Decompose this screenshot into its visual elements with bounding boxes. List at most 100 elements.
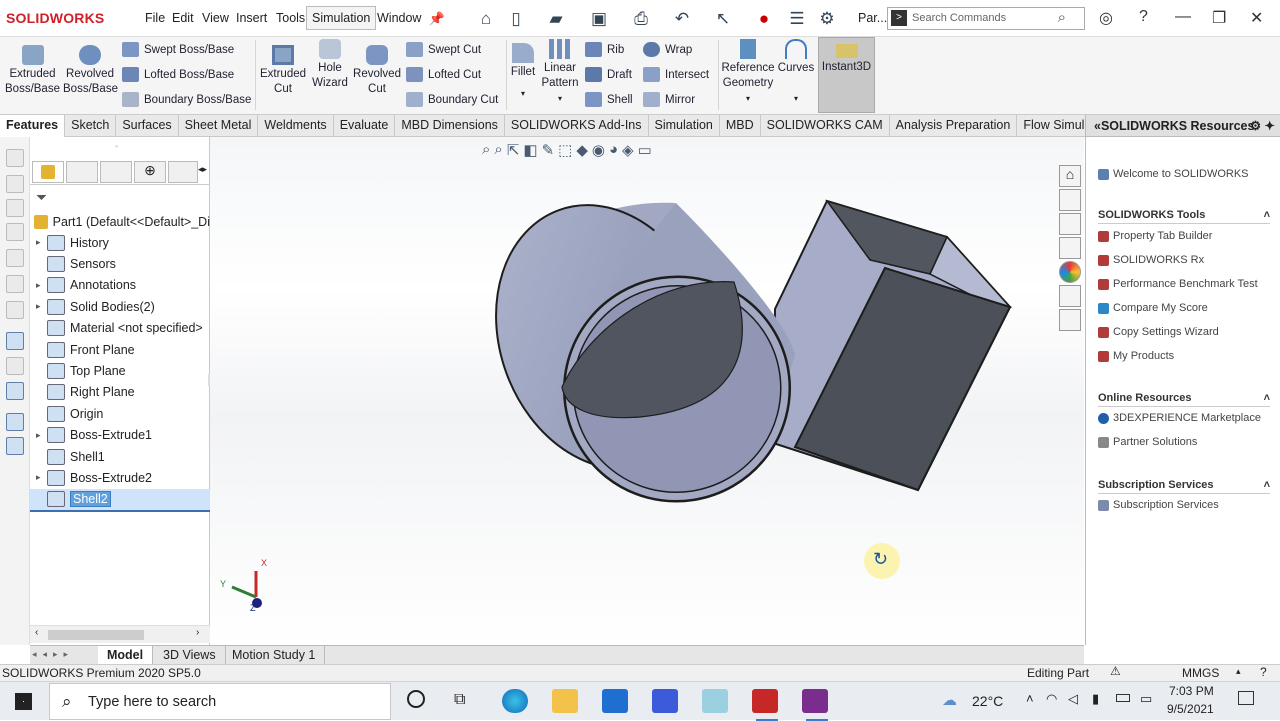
reference-dropdown-icon[interactable]: ▾	[720, 91, 776, 106]
recorder-icon[interactable]	[802, 689, 828, 713]
tree-item[interactable]: ▸ Boss-Extrude1	[30, 425, 210, 446]
file-properties-icon[interactable]: ☰	[786, 8, 808, 30]
expand-arrow-icon[interactable]: ▸	[36, 301, 47, 312]
taskbar-search[interactable]: ⌕ Type here to search	[49, 683, 391, 720]
subscription-section-header[interactable]: Subscription Services ˄	[1098, 479, 1270, 494]
graphics-area[interactable]: ⌕ ⌕ ⇱ ◧ ✎ ⬚ ◆ ◉ ◕ ◈ ▭ X Y Z ↻	[210, 137, 1084, 645]
usb-icon[interactable]: ▮	[1092, 691, 1099, 707]
tab-sheet-metal[interactable]: Sheet Metal	[179, 115, 259, 137]
tab-sketch[interactable]: Sketch	[65, 115, 117, 137]
undo-icon[interactable]: ↶	[671, 8, 693, 30]
user-icon[interactable]: ◎	[1099, 8, 1113, 28]
welcome-link[interactable]: Welcome to SOLIDWORKS	[1098, 168, 1249, 180]
search-commands[interactable]: > Search Commands ⌕	[887, 7, 1085, 30]
horizontal-scrollbar[interactable]: ‹ ›	[30, 625, 210, 643]
tools-link[interactable]: SOLIDWORKS Rx	[1098, 254, 1204, 266]
tab-model[interactable]: Model	[98, 646, 154, 665]
scroll-thumb[interactable]	[48, 630, 144, 640]
language-icon[interactable]: ▭	[1140, 691, 1152, 707]
menu-tools[interactable]: Tools	[276, 11, 305, 25]
draft-button[interactable]: Draft	[585, 67, 632, 82]
tree-item[interactable]: Top Plane	[30, 360, 210, 381]
edge-icon[interactable]	[502, 689, 528, 713]
windows-start-icon[interactable]	[15, 693, 32, 710]
tab-analysis-preparation[interactable]: Analysis Preparation	[890, 115, 1018, 137]
expand-arrow-icon[interactable]: ▸	[36, 430, 47, 441]
online-link[interactable]: Partner Solutions	[1098, 436, 1197, 448]
expand-arrow-icon[interactable]: ▸	[36, 237, 47, 248]
tree-item[interactable]: Sensors	[30, 253, 210, 274]
app-icon[interactable]	[652, 689, 678, 713]
menu-file[interactable]: File	[145, 11, 165, 25]
tree-item[interactable]: Right Plane	[30, 382, 210, 403]
swept-cut-button[interactable]: Swept Cut	[406, 42, 481, 57]
collapse-handle-icon[interactable]: ◦	[115, 141, 118, 151]
tab-scroll-icon[interactable]: ◂◂▸▸	[32, 649, 74, 660]
options-gear-icon[interactable]: ⚙	[816, 8, 838, 30]
search-icon[interactable]: ⌕	[1058, 9, 1066, 26]
shell-button[interactable]: Shell	[585, 92, 633, 107]
restore-icon[interactable]: ❐	[1212, 8, 1226, 28]
tools-link[interactable]: My Products	[1098, 350, 1174, 362]
swept-boss-button[interactable]: Swept Boss/Base	[122, 42, 234, 57]
minimize-icon[interactable]: —	[1175, 8, 1191, 26]
file-explorer-icon[interactable]	[1059, 213, 1081, 235]
pattern-dropdown-icon[interactable]: ▾	[540, 91, 580, 106]
expand-arrow-icon[interactable]: ▸	[36, 280, 47, 291]
temperature[interactable]: 22°C	[972, 693, 1003, 709]
select-icon[interactable]: ↖	[712, 8, 734, 30]
toolbar-icon[interactable]	[6, 199, 24, 217]
rebuild-status-icon[interactable]: ⚠	[1110, 664, 1121, 678]
tab-addins[interactable]: SOLIDWORKS Add-Ins	[505, 115, 649, 137]
revolved-boss-button[interactable]: Revolved Boss/Base	[63, 45, 118, 97]
featuremanager-tab-icon[interactable]	[32, 161, 64, 183]
open-icon[interactable]: ▰	[545, 8, 567, 30]
tab-cam[interactable]: SOLIDWORKS CAM	[761, 115, 890, 137]
display-manager-tab-icon[interactable]	[168, 161, 198, 183]
tools-link[interactable]: Performance Benchmark Test	[1098, 278, 1258, 290]
toolbar-icon[interactable]	[6, 332, 24, 350]
forum-icon[interactable]	[1059, 309, 1081, 331]
menu-insert[interactable]: Insert	[236, 11, 267, 25]
battery-icon[interactable]	[1116, 694, 1130, 702]
toolbar-icon[interactable]	[6, 149, 24, 167]
subscription-link[interactable]: Subscription Services	[1098, 499, 1219, 511]
design-library-icon[interactable]	[1059, 189, 1081, 211]
instant3d-button[interactable]: Instant3D	[818, 37, 875, 113]
view-palette-icon[interactable]	[1059, 237, 1081, 259]
task-view-icon[interactable]: ⧉	[454, 691, 465, 709]
propertymanager-tab-icon[interactable]	[66, 161, 98, 183]
quick-tips-icon[interactable]: ?	[1260, 665, 1267, 679]
tree-item[interactable]: Front Plane	[30, 339, 210, 360]
expand-arrow-icon[interactable]: ▸	[36, 472, 47, 483]
tab-weldments[interactable]: Weldments	[258, 115, 334, 137]
tray-chevron-icon[interactable]: ˄	[1026, 691, 1034, 706]
revolved-cut-button[interactable]: Revolved Cut	[352, 45, 402, 97]
scroll-left-icon[interactable]: ‹	[35, 627, 38, 638]
tree-item[interactable]: Material <not specified>	[30, 318, 210, 339]
tools-link[interactable]: Copy Settings Wizard	[1098, 326, 1219, 338]
lofted-boss-button[interactable]: Lofted Boss/Base	[122, 67, 234, 82]
online-link[interactable]: 3DEXPERIENCE Marketplace	[1098, 412, 1261, 424]
solidworks-logo[interactable]: SOLIDWORKS	[6, 10, 104, 26]
tools-section-header[interactable]: SOLIDWORKS Tools ˄	[1098, 209, 1270, 224]
help-icon[interactable]: ?	[1139, 8, 1148, 26]
solidworks-taskbar-icon[interactable]	[752, 689, 778, 713]
tab-mbd[interactable]: MBD	[720, 115, 761, 137]
tree-item[interactable]: Shell2	[30, 488, 210, 510]
clock-time[interactable]: 7:03 PM	[1169, 684, 1214, 698]
toolbar-icon[interactable]	[6, 249, 24, 267]
tab-scroll-arrows-icon[interactable]: ◂▸	[198, 164, 207, 175]
app-icon[interactable]	[702, 689, 728, 713]
toolbar-icon[interactable]	[6, 275, 24, 293]
pin-icon[interactable]: 📌	[426, 8, 448, 30]
menu-edit[interactable]: Edit	[172, 11, 194, 25]
appearances-icon[interactable]	[1059, 261, 1081, 283]
toolbar-icon[interactable]	[6, 357, 24, 375]
intersect-button[interactable]: Intersect	[643, 67, 709, 82]
save-icon[interactable]: ▣	[588, 8, 610, 30]
menu-simulation[interactable]: Simulation	[306, 6, 377, 30]
custom-properties-icon[interactable]	[1059, 285, 1081, 307]
rebuild-icon[interactable]: ●	[753, 8, 775, 30]
tree-item[interactable]: Origin	[30, 403, 210, 424]
